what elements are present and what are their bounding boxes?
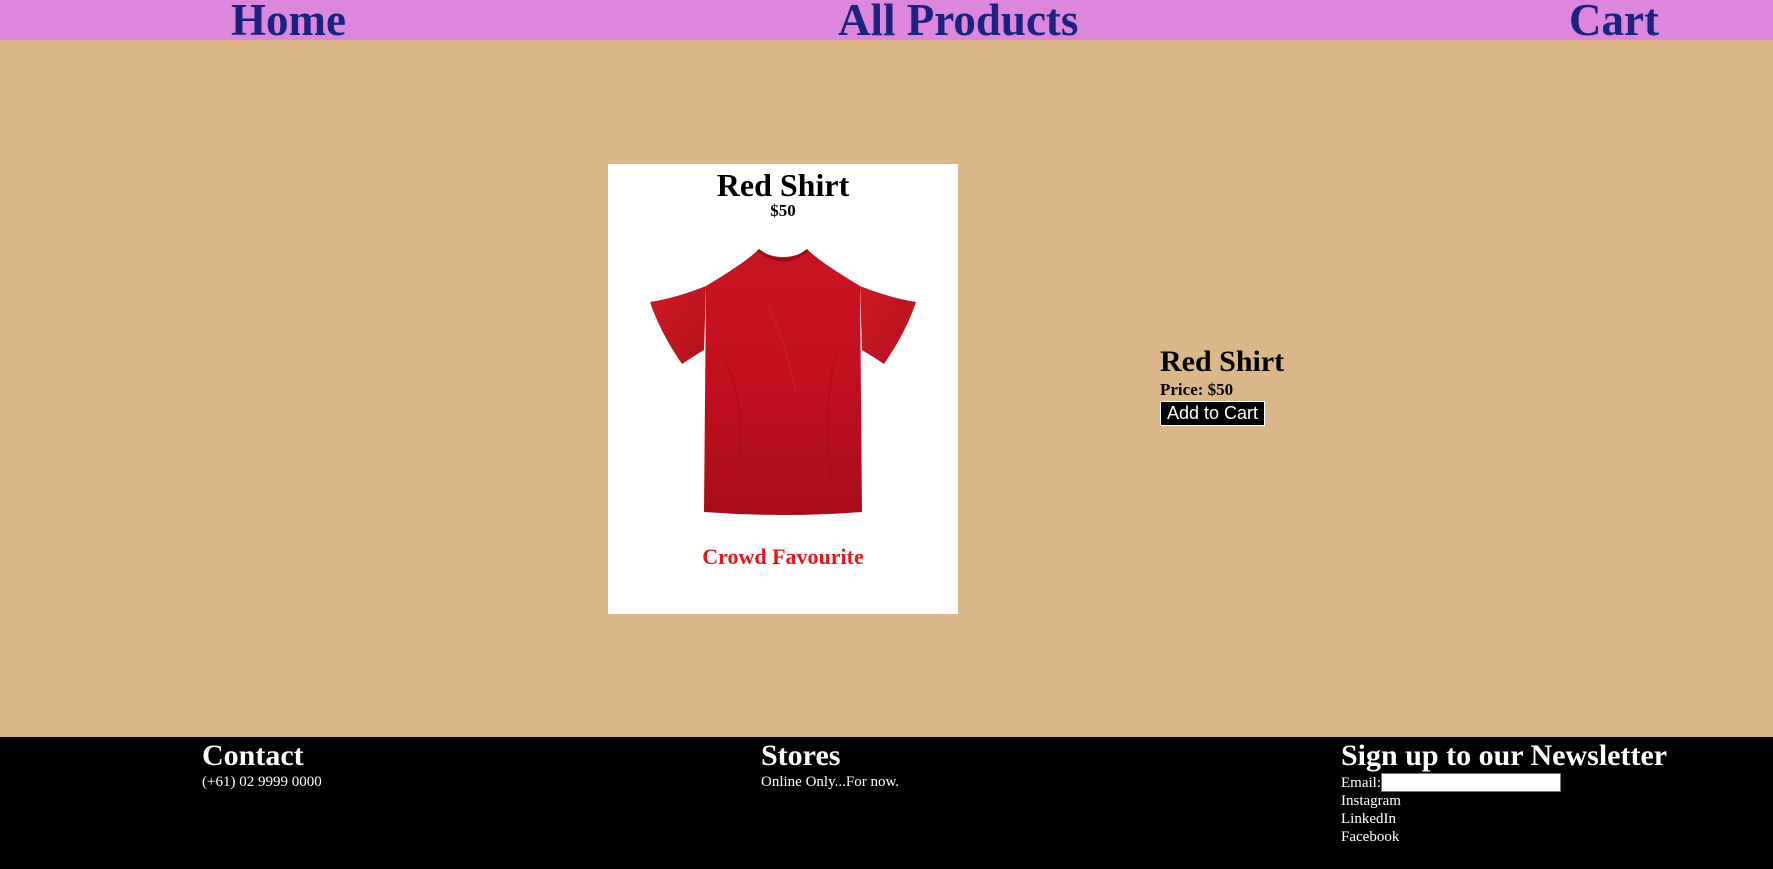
crowd-favourite-badge: Crowd Favourite <box>702 544 864 569</box>
top-nav: Home All Products Cart <box>0 0 1773 40</box>
product-details-price: Price: $50 <box>1160 380 1234 399</box>
newsletter-heading: Sign up to our Newsletter <box>1341 739 1668 772</box>
nav-cart-link[interactable]: Cart <box>1569 0 1659 40</box>
stores-heading: Stores <box>761 739 841 772</box>
product-card: Red Shirt $50 Crowd Favourite <box>608 164 958 614</box>
red-tshirt-image <box>650 248 916 515</box>
email-label: Email: <box>1341 774 1381 791</box>
contact-phone: (+61) 02 9999 0000 <box>202 774 322 790</box>
facebook-link[interactable]: Facebook <box>1341 828 1667 846</box>
contact-heading: Contact <box>202 739 304 772</box>
nav-home-link[interactable]: Home <box>231 0 346 40</box>
footer-contact: Contact (+61) 02 9999 0000 <box>202 739 322 791</box>
footer: Contact (+61) 02 9999 0000 Stores Online… <box>0 737 1773 869</box>
product-card-title: Red Shirt <box>716 167 850 203</box>
add-to-cart-button[interactable]: Add to Cart <box>1160 401 1266 426</box>
footer-stores: Stores Online Only...For now. <box>761 739 899 791</box>
instagram-link[interactable]: Instagram <box>1341 792 1667 810</box>
email-input[interactable] <box>1381 773 1561 792</box>
footer-newsletter: Sign up to our Newsletter Email: Instagr… <box>1341 739 1667 846</box>
main-content: Red Shirt $50 Crowd Favourite Red Shirt … <box>0 40 1773 737</box>
product-details-title: Red Shirt <box>1160 345 1285 378</box>
stores-text: Online Only...For now. <box>761 774 900 790</box>
email-row: Email: <box>1341 773 1667 792</box>
linkedin-link[interactable]: LinkedIn <box>1341 810 1667 828</box>
product-details: Red Shirt Price: $50 Add to Cart <box>1160 346 1460 426</box>
nav-all-products-link[interactable]: All Products <box>838 0 1078 40</box>
product-card-price: $50 <box>770 201 796 220</box>
